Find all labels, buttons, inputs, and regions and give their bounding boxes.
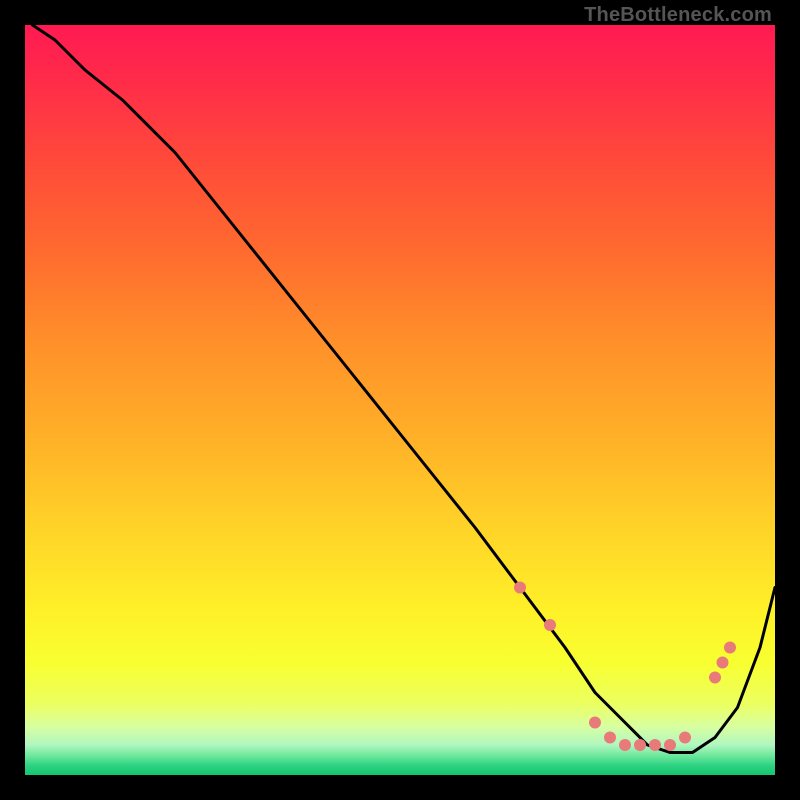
chart-svg	[25, 25, 775, 775]
highlight-point	[634, 739, 646, 751]
highlight-points	[514, 582, 736, 752]
highlight-point	[709, 672, 721, 684]
highlight-point	[514, 582, 526, 594]
watermark-text: TheBottleneck.com	[584, 4, 772, 27]
highlight-point	[649, 739, 661, 751]
highlight-point	[544, 619, 556, 631]
highlight-point	[664, 739, 676, 751]
highlight-point	[717, 657, 729, 669]
highlight-point	[679, 732, 691, 744]
bottleneck-curve	[33, 25, 776, 753]
highlight-point	[619, 739, 631, 751]
highlight-point	[604, 732, 616, 744]
highlight-point	[589, 717, 601, 729]
plot-area	[25, 25, 775, 775]
highlight-point	[724, 642, 736, 654]
chart-container: TheBottleneck.com	[0, 0, 800, 800]
